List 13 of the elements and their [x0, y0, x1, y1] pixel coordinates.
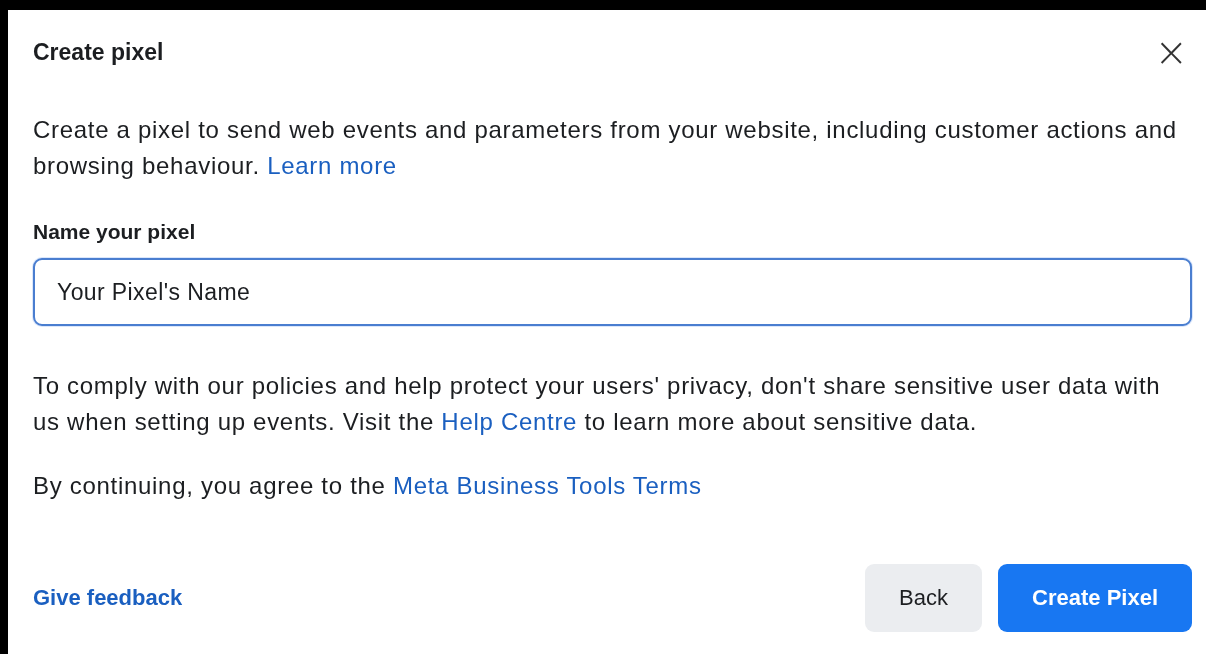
description-text: Create a pixel to send web events and parameters from your website, including customer actions and browsing behaviour. Learn more — [33, 115, 1178, 181]
create-button[interactable]: Create Pixel — [998, 564, 1192, 632]
pixel-name-field[interactable]: Your Pixel's Name — [33, 258, 1192, 326]
feedback-link[interactable]: Give feedback — [33, 585, 183, 611]
terms-text: By continuing, you agree to the Meta Business Tools Terms — [33, 471, 703, 501]
dialog-title: Create pixel — [33, 38, 164, 66]
help-centre-link[interactable]: Help Centre — [441, 408, 578, 435]
back-button[interactable]: Back — [865, 564, 983, 632]
privacy-text: To comply with our policies and help protect your users' privacy, don't share sensitive user data with us when setting up events. Visit the Help Centre to learn more about sensitive data. — [33, 371, 1162, 437]
close-button[interactable]: × — [1150, 32, 1192, 72]
learn-more-link[interactable]: Learn more — [267, 152, 397, 179]
field-label: Name your pixel — [33, 220, 197, 244]
terms-link[interactable]: Meta Business Tools Terms — [392, 472, 702, 499]
